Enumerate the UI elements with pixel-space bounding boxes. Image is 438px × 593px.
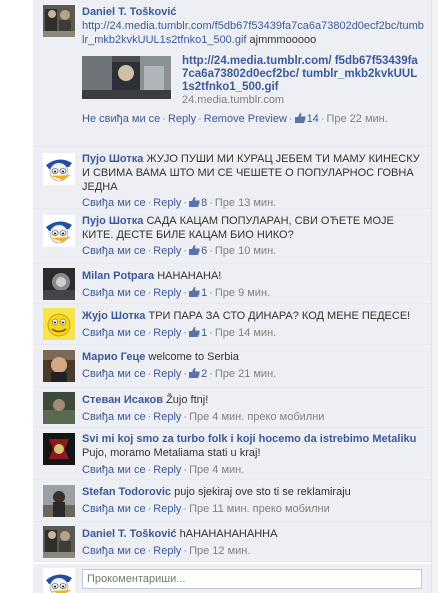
avatar[interactable] — [43, 350, 75, 382]
comment-actions: Свиђа ми се · Reply · 8 · Пре 13 мин. — [82, 197, 277, 209]
comment-author[interactable]: Stefan Todorovic — [82, 486, 171, 498]
remove-preview-link[interactable]: Remove Preview — [204, 113, 287, 125]
comment-time[interactable]: Пре 4 мин. — [189, 464, 244, 476]
comment-author[interactable]: Milan Potpara — [82, 270, 154, 282]
comment-time[interactable]: Пре 21 мин. — [215, 368, 276, 380]
like-link[interactable]: Свиђа ми се — [82, 464, 146, 476]
thumbs-up-icon[interactable] — [189, 197, 200, 207]
comment-author[interactable]: Daniel T. Tošković — [82, 6, 177, 18]
comment-actions: Свиђа ми се · Reply · Пре 12 мин. — [82, 545, 251, 557]
unlike-link[interactable]: Не свиђа ми се — [82, 113, 160, 125]
like-link[interactable]: Свиђа ми се — [82, 503, 146, 515]
thumbs-up-icon[interactable] — [189, 287, 200, 297]
comment-time[interactable]: Пре 13 мин. — [215, 197, 276, 209]
comment-actions: Свиђа ми се · Reply · 6 · Пре 10 мин. — [82, 245, 277, 257]
comment-actions: Свиђа ми се · Reply · 2 · Пре 21 мин. — [82, 368, 277, 380]
link-preview-thumbnail[interactable] — [82, 56, 171, 99]
reply-link[interactable]: Reply — [153, 245, 181, 257]
reply-link[interactable]: Reply — [153, 197, 181, 209]
comment-text: ТРИ ПАРА ЗА СТО ДИНАРА? КОД МЕНЕ ПЕДЕСЕ! — [148, 310, 411, 322]
comment-author[interactable]: Svi mi koj smo za turbo folk i koji hoce… — [82, 433, 416, 445]
comment-actions: Не свиђа ми се · Reply · Remove Preview · 14 · П… — [82, 113, 388, 125]
comment-text: ajmmmooooo — [249, 34, 317, 46]
comment-text: Pujo, moramo Metaliama stati u kraj! — [82, 447, 261, 459]
comment: Daniel T. Tošković hAHAHAHAHAHHA Свиђа м… — [33, 522, 431, 562]
avatar[interactable] — [43, 153, 75, 185]
comment-time[interactable]: Пре 14 мин. — [215, 327, 276, 339]
link-preview-title[interactable]: http://24.media.tumblr.com/ f5db67f53439… — [182, 55, 422, 94]
reply-link[interactable]: Reply — [153, 368, 181, 380]
thumbs-up-icon[interactable] — [189, 368, 200, 378]
comment: Жујо Шотка ТРИ ПАРА ЗА СТО ДИНАРА? КОД М… — [33, 304, 431, 345]
avatar[interactable] — [43, 215, 75, 247]
comment-author[interactable]: Стеван Исаков — [82, 394, 163, 406]
reply-link[interactable]: Reply — [153, 503, 181, 515]
comment-actions: Свиђа ми се · Reply · Пре 4 мин. — [82, 464, 245, 476]
comment-input[interactable]: Прокоментариши... — [82, 569, 422, 589]
like-link[interactable]: Свиђа ми се — [82, 411, 146, 423]
like-count[interactable]: 14 — [307, 113, 319, 125]
comment-author[interactable]: Марио Геце — [82, 351, 145, 363]
like-link[interactable]: Свиђа ми се — [82, 197, 146, 209]
comment-author[interactable]: Пујо Шотка — [82, 153, 143, 165]
avatar[interactable] — [43, 268, 75, 300]
comment: Пујо Шотка САДА КАЦАМ ПОПУЛАРАН, СВИ ОЋЕ… — [33, 209, 431, 264]
avatar[interactable] — [43, 392, 75, 424]
comment-time[interactable]: Пре 9 мин. — [215, 287, 270, 299]
comment: Stefan Todorovic pujo sjekiraj ove sto t… — [33, 480, 431, 522]
avatar[interactable] — [43, 5, 75, 37]
reply-link[interactable]: Reply — [153, 411, 181, 423]
comment-text: HAHAHAHA! — [157, 270, 222, 282]
avatar[interactable] — [43, 308, 75, 340]
comment-time[interactable]: Пре 22 мин. — [326, 113, 387, 125]
comment-text: pujo sjekiraj ove sto ti se reklamiraju — [174, 486, 351, 498]
like-link[interactable]: Свиђа ми се — [82, 327, 146, 339]
comment-time[interactable]: Пре 11 мин. преко мобилни — [189, 503, 330, 515]
comment-author[interactable]: Daniel T. Tošković — [82, 528, 177, 540]
comment-thread: Daniel T. Tošković http://24.media.tumbl… — [33, 0, 431, 562]
reply-link[interactable]: Reply — [153, 545, 181, 557]
page-scroll-edge — [431, 0, 438, 593]
avatar[interactable] — [43, 485, 75, 517]
reply-link[interactable]: Reply — [153, 287, 181, 299]
comment: Марио Геце welcome to Serbia Свиђа ми се… — [33, 345, 431, 388]
comment: Svi mi koj smo za turbo folk i koji hoce… — [33, 428, 431, 480]
comment-actions: Свиђа ми се · Reply · 1 · Пре 9 мин. — [82, 287, 271, 299]
comment-actions: Свиђа ми се · Reply · Пре 4 мин. преко мобил… — [82, 411, 325, 423]
comment-author[interactable]: Жујо Шотка — [82, 310, 145, 322]
comment-composer: Прокоментариши... — [33, 564, 431, 593]
comment: Daniel T. Tošković http://24.media.tumbl… — [33, 0, 431, 147]
comment-actions: Свиђа ми се · Reply · 1 · Пре 14 мин. — [82, 327, 277, 339]
comment-actions: Свиђа ми се · Reply · Пре 11 мин. преко моби… — [82, 503, 330, 515]
current-user-avatar[interactable] — [43, 568, 75, 593]
thumbs-up-icon[interactable] — [189, 245, 200, 255]
like-link[interactable]: Свиђа ми се — [82, 245, 146, 257]
comment: Стеван Исаков Žujo ftnj! Свиђа ми се · Rep… — [33, 388, 431, 428]
thumbs-up-icon[interactable] — [189, 327, 200, 337]
comment-time[interactable]: Пре 4 мин. преко мобилни — [189, 411, 324, 423]
comment-time[interactable]: Пре 12 мин. — [189, 545, 250, 557]
comment-author[interactable]: Пујо Шотка — [82, 215, 143, 227]
like-link[interactable]: Свиђа ми се — [82, 287, 146, 299]
comment-text: hAHAHAHAHAHHA — [179, 528, 278, 540]
thumbs-up-icon[interactable] — [294, 113, 306, 123]
comment: Пујо Шотка ЖУЈО ПУШИ МИ КУРАЦ ЈЕБЕМ ТИ М… — [33, 147, 431, 209]
comment-text: Žujo ftnj! — [166, 394, 209, 406]
comment: Milan Potpara HAHAHAHA! Свиђа ми се · Repl… — [33, 264, 431, 304]
link-preview[interactable]: http://24.media.tumblr.com/ f5db67f53439… — [82, 55, 425, 107]
avatar[interactable] — [43, 433, 75, 465]
reply-link[interactable]: Reply — [153, 327, 181, 339]
reply-link[interactable]: Reply — [153, 464, 181, 476]
reply-link[interactable]: Reply — [168, 113, 196, 125]
avatar[interactable] — [43, 526, 75, 558]
like-link[interactable]: Свиђа ми се — [82, 368, 146, 380]
comment-text: welcome to Serbia — [148, 351, 239, 363]
comment-time[interactable]: Пре 10 мин. — [215, 245, 276, 257]
like-link[interactable]: Свиђа ми се — [82, 545, 146, 557]
link-preview-domain: 24.media.tumblr.com — [182, 94, 285, 106]
